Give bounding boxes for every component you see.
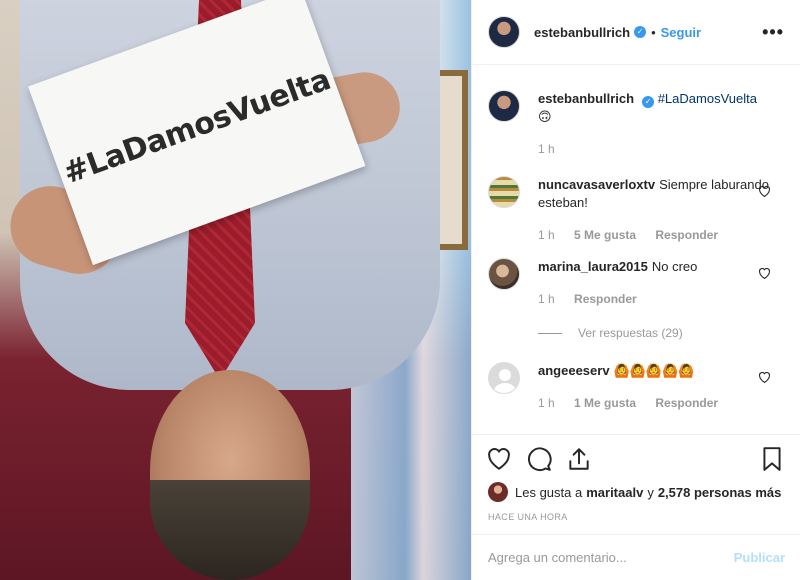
view-replies-button[interactable]: Ver respuestas (29) [538, 324, 785, 342]
photo-hair [150, 480, 310, 580]
verified-icon: ✓ [634, 26, 647, 38]
caption-hashtag[interactable]: #LaDamosVuelta [658, 91, 757, 106]
verified-icon: ✓ [642, 96, 655, 108]
photo-sign-text: #LaDamosVuelta [58, 61, 335, 191]
publish-button[interactable]: Publicar [734, 550, 785, 565]
reply-button[interactable]: Responder [655, 396, 718, 410]
share-icon[interactable] [566, 446, 592, 472]
replies-line [538, 332, 562, 334]
liker-avatar[interactable] [488, 482, 508, 502]
post-timestamp[interactable]: HACE UNA HORA [488, 512, 568, 522]
comment-text: 🙆🙆🙆🙆🙆 [613, 363, 695, 378]
caption-username[interactable]: estebanbullrich [538, 91, 634, 106]
comment-likes[interactable]: 1 Me gusta [574, 396, 636, 410]
follow-button[interactable]: Seguir [661, 25, 701, 40]
add-comment-bar: Publicar [472, 534, 800, 580]
comment-time[interactable]: 1 h [538, 228, 555, 242]
list-item: marina_laura2015 No creo 1 h Responder Ve… [488, 258, 785, 342]
action-bar [472, 434, 800, 482]
comment-time[interactable]: 1 h [538, 292, 555, 306]
comment-avatar[interactable] [488, 258, 520, 290]
likes-conj: y [647, 484, 654, 500]
likes-prefix: Les gusta a [515, 484, 583, 500]
heart-icon[interactable] [758, 267, 771, 279]
comment-input[interactable] [488, 550, 734, 565]
more-options-icon[interactable]: ••• [762, 22, 784, 43]
post-header: estebanbullrich ✓ • Seguir ••• [472, 0, 800, 65]
comment-text: No creo [651, 259, 698, 274]
heart-icon[interactable] [758, 185, 771, 197]
comment-username[interactable]: angeeeserv [538, 363, 610, 378]
comment-username[interactable]: nuncavasaverloxtv [538, 177, 655, 192]
likes-count[interactable]: 2,578 personas más [658, 485, 782, 500]
comments-list[interactable]: estebanbullrich ✓ #LaDamosVuelta 🙃 1 h nu… [472, 66, 800, 434]
author-username[interactable]: estebanbullrich [534, 25, 630, 40]
comment-avatar[interactable] [488, 362, 520, 394]
list-item: nuncavasaverloxtv Siempre laburando esteb… [488, 176, 785, 244]
likes-summary: Les gusta a maritaalv y 2,578 personas m… [488, 482, 785, 502]
post-photo[interactable]: #LaDamosVuelta [0, 0, 471, 580]
caption-avatar[interactable] [488, 90, 520, 122]
comment-avatar[interactable] [488, 176, 520, 208]
separator-dot: • [651, 24, 656, 40]
reply-button[interactable]: Responder [655, 228, 718, 242]
comment-username[interactable]: marina_laura2015 [538, 259, 648, 274]
comment-bubble-icon[interactable] [526, 446, 552, 472]
liker-username[interactable]: maritaalv [586, 485, 643, 500]
like-heart-icon[interactable] [486, 446, 512, 472]
author-avatar[interactable] [488, 16, 520, 48]
caption: estebanbullrich ✓ #LaDamosVuelta 🙃 1 h [488, 90, 785, 158]
comment-time[interactable]: 1 h [538, 396, 555, 410]
list-item: angeeeserv 🙆🙆🙆🙆🙆 1 h 1 Me gusta Responder [488, 362, 785, 412]
caption-time[interactable]: 1 h [538, 142, 555, 156]
comment-likes[interactable]: 5 Me gusta [574, 228, 636, 242]
view-replies-label[interactable]: Ver respuestas (29) [578, 324, 683, 342]
heart-icon[interactable] [758, 371, 771, 383]
reply-button[interactable]: Responder [574, 292, 637, 306]
bookmark-icon[interactable] [759, 446, 785, 472]
post-panel: estebanbullrich ✓ • Seguir ••• estebanbu… [471, 0, 800, 580]
caption-emoji: 🙃 [538, 109, 552, 124]
